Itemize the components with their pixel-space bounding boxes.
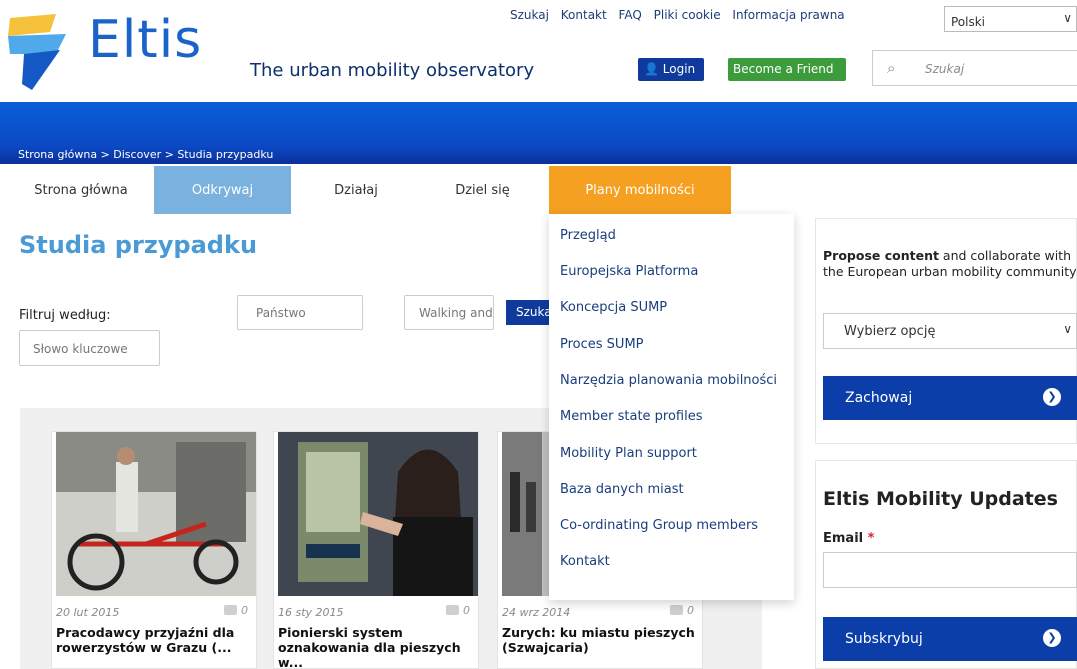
card-title[interactable]: Zurych: ku miastu pieszych (Szwajcaria) xyxy=(502,625,700,655)
card-title[interactable]: Pionierski system oznakowania dla pieszy… xyxy=(278,625,476,669)
option-select[interactable]: Wybierz opcję ∨ xyxy=(823,313,1077,349)
keyword-input[interactable]: Słowo kluczowe xyxy=(19,330,160,366)
chevron-down-icon: ∨ xyxy=(1063,11,1072,25)
propose-text: Propose content and collaborate with the… xyxy=(823,248,1077,281)
login-button[interactable]: 👤 Login xyxy=(638,58,704,81)
dropdown-item-plan-support[interactable]: Mobility Plan support xyxy=(560,446,697,461)
propose-bold[interactable]: Propose content xyxy=(823,248,939,263)
top-link-cookies[interactable]: Pliki cookie xyxy=(654,8,721,22)
case-study-image[interactable] xyxy=(278,432,478,596)
top-link-faq[interactable]: FAQ xyxy=(619,8,642,22)
thumbs-up-icon[interactable] xyxy=(224,605,237,615)
case-study-card[interactable]: 20 lut 2015 0 Pracodawcy przyjaźni dla r… xyxy=(51,431,257,669)
language-select[interactable]: Polski ∨ xyxy=(944,6,1077,32)
mobility-plans-dropdown: Przegląd Europejska Platforma Koncepcja … xyxy=(549,214,794,600)
eltis-logo-icon[interactable] xyxy=(6,14,78,92)
breadcrumb[interactable]: Strona główna > Discover > Studia przypa… xyxy=(18,148,273,161)
thumbs-up-icon[interactable] xyxy=(446,605,459,615)
save-label: Zachowaj xyxy=(845,390,913,406)
card-date: 24 wrz 2014 xyxy=(502,606,571,619)
email-label: Email * xyxy=(823,531,875,546)
top-link-contact[interactable]: Kontakt xyxy=(561,8,607,22)
dropdown-item-sump-concept[interactable]: Koncepcja SUMP xyxy=(560,300,667,315)
page-title: Studia przypadku xyxy=(19,231,258,259)
tagline: The urban mobility observatory xyxy=(250,60,535,81)
nav-mobility-plans[interactable]: Plany mobilności xyxy=(549,166,731,214)
likes-count[interactable]: 0 xyxy=(446,604,470,617)
dropdown-item-contact[interactable]: Kontakt xyxy=(560,554,610,569)
top-link-legal[interactable]: Informacja prawna xyxy=(732,8,844,22)
updates-title: Eltis Mobility Updates xyxy=(823,488,1058,510)
dropdown-item-city-database[interactable]: Baza danych miast xyxy=(560,482,684,497)
login-label: Login xyxy=(662,62,696,76)
language-value: Polski xyxy=(951,15,986,29)
country-filter[interactable]: Państwo xyxy=(237,295,363,330)
search-box[interactable]: ⌕ Szukaj xyxy=(872,50,1077,86)
chevron-down-icon: ∨ xyxy=(1063,322,1072,336)
top-links: Szukaj Kontakt FAQ Pliki cookie Informac… xyxy=(510,8,853,22)
brand-name[interactable]: Eltis xyxy=(88,14,202,66)
arrow-right-icon: ❯ xyxy=(1043,629,1061,647)
thumbs-up-icon[interactable] xyxy=(670,605,683,615)
dropdown-item-overview[interactable]: Przegląd xyxy=(560,228,616,243)
nav-act[interactable]: Działaj xyxy=(296,166,416,214)
nav-discover[interactable]: Odkrywaj xyxy=(154,166,291,214)
save-button[interactable]: Zachowaj ❯ xyxy=(823,376,1077,420)
dropdown-item-sump-process[interactable]: Proces SUMP xyxy=(560,337,644,352)
case-study-card[interactable]: 16 sty 2015 0 Pionierski system oznakowa… xyxy=(273,431,479,669)
dropdown-item-european-platform[interactable]: Europejska Platforma xyxy=(560,264,698,279)
required-mark: * xyxy=(867,531,875,546)
search-input[interactable]: Szukaj xyxy=(925,62,964,76)
filter-label: Filtruj według: xyxy=(19,308,111,323)
dropdown-item-member-state-profiles[interactable]: Member state profiles xyxy=(560,409,703,424)
nav-home[interactable]: Strona główna xyxy=(20,166,142,214)
card-date: 20 lut 2015 xyxy=(56,606,120,619)
option-select-value: Wybierz opcję xyxy=(844,324,936,339)
subscribe-label: Subskrybuj xyxy=(845,631,923,647)
arrow-right-icon: ❯ xyxy=(1043,388,1061,406)
card-title[interactable]: Pracodawcy przyjaźni dla rowerzystów w G… xyxy=(56,625,254,655)
likes-count[interactable]: 0 xyxy=(224,604,248,617)
dropdown-item-planning-tools[interactable]: Narzędzia planowania mobilności xyxy=(560,373,777,388)
email-field[interactable] xyxy=(823,552,1077,588)
nav-share[interactable]: Dziel się xyxy=(420,166,545,214)
subscribe-button[interactable]: Subskrybuj ❯ xyxy=(823,617,1077,661)
user-icon: 👤 xyxy=(644,62,659,76)
likes-count[interactable]: 0 xyxy=(670,604,694,617)
dropdown-item-coordinating-group[interactable]: Co-ordinating Group members xyxy=(560,518,758,533)
search-button[interactable]: Szukaj xyxy=(506,300,550,325)
main-nav: Strona główna Odkrywaj Działaj Dziel się… xyxy=(0,166,1077,214)
become-friend-button[interactable]: Become a Friend xyxy=(728,58,846,81)
top-link-search[interactable]: Szukaj xyxy=(510,8,549,22)
card-date: 16 sty 2015 xyxy=(278,606,344,619)
case-study-image[interactable] xyxy=(56,432,256,596)
topic-filter[interactable]: Walking and xyxy=(404,295,494,330)
search-icon[interactable]: ⌕ xyxy=(887,59,895,77)
